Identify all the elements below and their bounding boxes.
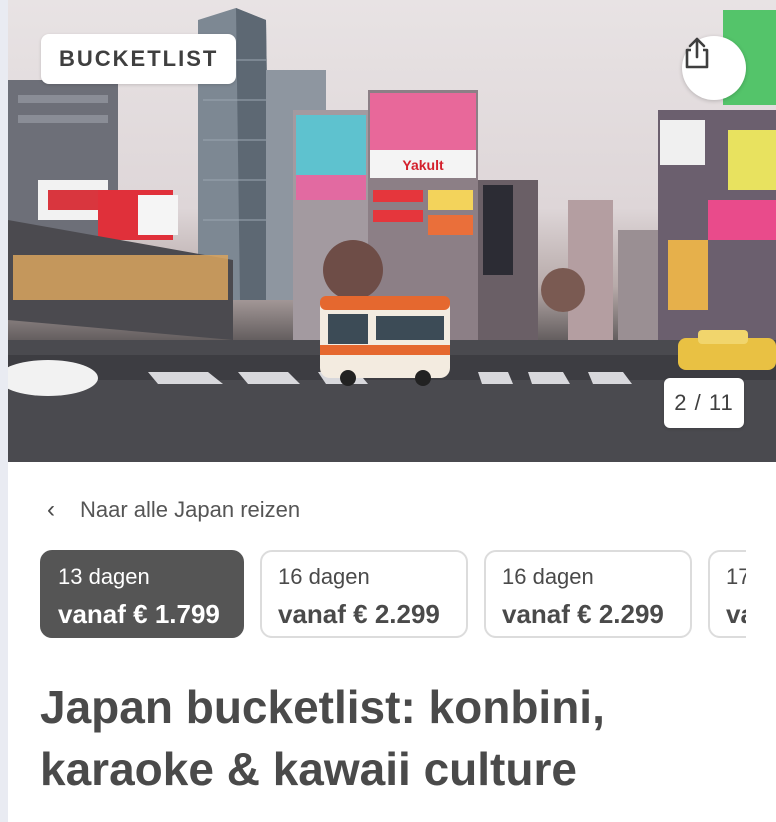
trip-option-16-days-b[interactable]: 16 dagen vanaf € 2.299	[484, 550, 692, 638]
option-days: 16 dagen	[502, 564, 594, 589]
yakult-sign: Yakult	[402, 157, 444, 173]
option-days: 13 dagen	[58, 564, 150, 589]
page-title: Japan bucketlist: konbini, karaoke & kaw…	[40, 681, 605, 795]
trip-option-13-days[interactable]: 13 dagen vanaf € 1.799	[40, 550, 244, 638]
option-days: 17	[726, 564, 746, 589]
option-price: va	[726, 599, 746, 629]
chevron-left-icon: ‹	[47, 496, 55, 523]
option-price: vanaf € 1.799	[58, 599, 220, 629]
trip-option-17-days[interactable]: 17 va	[708, 550, 746, 638]
back-to-japan-trips-link[interactable]: ‹ Naar alle Japan reizen	[40, 494, 300, 526]
hero-image-carousel[interactable]: Yakult BUCKETLIST 2 / 11	[8, 0, 776, 462]
trip-duration-options: 13 dagen vanaf € 1.799 16 dagen vanaf € …	[40, 550, 746, 642]
option-price: vanaf € 2.299	[502, 599, 664, 629]
image-counter: 2 / 11	[664, 378, 744, 428]
back-link-label: Naar alle Japan reizen	[80, 497, 301, 522]
share-icon	[685, 37, 709, 69]
share-button[interactable]	[682, 36, 746, 100]
option-price: vanaf € 2.299	[278, 599, 440, 629]
bucketlist-badge: BUCKETLIST	[41, 34, 237, 84]
trip-option-16-days-a[interactable]: 16 dagen vanaf € 2.299	[260, 550, 468, 638]
option-days: 16 dagen	[278, 564, 370, 589]
page-edge	[0, 0, 8, 822]
